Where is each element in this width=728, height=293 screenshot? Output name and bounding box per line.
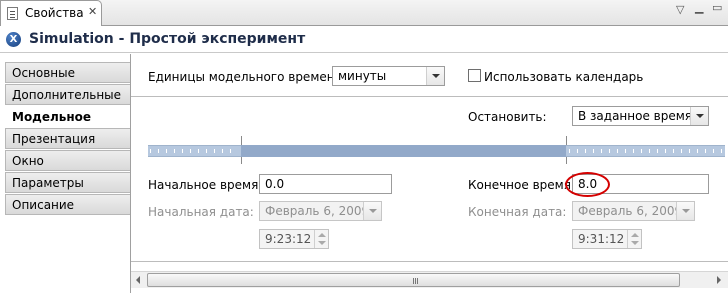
- chevron-down-icon: [690, 107, 708, 125]
- use-calendar-checkbox[interactable]: [468, 69, 481, 82]
- maximize-icon[interactable]: ▭: [712, 1, 722, 14]
- start-clock-value: 9:23:12: [265, 232, 312, 246]
- start-clock-spinner[interactable]: 9:23:12: [259, 229, 329, 249]
- start-time-label: Начальное время:: [148, 178, 263, 192]
- start-time-value: 0.0: [265, 177, 285, 191]
- spinner-arrows-icon[interactable]: [314, 230, 328, 248]
- tab-label: Свойства: [25, 6, 84, 20]
- sidebar-item-label: Основные: [12, 66, 76, 80]
- end-date-label: Конечная дата:: [468, 205, 567, 219]
- start-date-picker[interactable]: Февраль 6, 2009: [259, 201, 382, 221]
- chevron-down-icon: [426, 67, 444, 85]
- stop-mode-value: В заданное время: [578, 109, 693, 123]
- end-date-value: Февраль 6, 2009: [578, 204, 683, 218]
- chevron-down-icon: [363, 202, 381, 220]
- view-tab-bar: Свойства ✕ ▽ ▁ ▭: [0, 0, 728, 26]
- stop-mode-select[interactable]: В заданное время: [572, 106, 709, 126]
- category-list: Основные Дополнительные Модельное время …: [1, 60, 130, 293]
- annotation-circle: [565, 172, 610, 197]
- end-time-label: Конечное время:: [468, 178, 575, 192]
- properties-icon: [7, 7, 18, 20]
- start-time-input[interactable]: 0.0: [259, 174, 392, 194]
- start-date-value: Февраль 6, 2009: [265, 204, 370, 218]
- section-divider: [131, 96, 728, 97]
- sidebar-item-advanced[interactable]: Дополнительные: [5, 84, 130, 105]
- sidebar-item-main[interactable]: Основные: [5, 62, 130, 83]
- tab-properties[interactable]: Свойства ✕: [0, 0, 102, 26]
- end-date-picker[interactable]: Февраль 6, 2009: [572, 201, 695, 221]
- time-units-label: Единицы модельного времени:: [148, 70, 347, 84]
- experiment-icon: X: [6, 32, 21, 47]
- sidebar-item-parameters[interactable]: Параметры: [5, 172, 130, 193]
- title-bar: X Simulation - Простой эксперимент: [0, 27, 728, 53]
- end-clock-spinner[interactable]: 9:31:12: [572, 229, 642, 249]
- end-clock-value: 9:31:12: [578, 232, 625, 246]
- stop-label: Остановить:: [468, 110, 547, 124]
- view-menu-icon[interactable]: ▽: [676, 3, 684, 16]
- timeline-run-range: [241, 145, 566, 157]
- time-units-value: минуты: [338, 69, 387, 83]
- start-date-label: Начальная дата:: [148, 205, 254, 219]
- time-units-select[interactable]: минуты: [332, 66, 445, 86]
- sidebar-item-presentation[interactable]: Презентация: [5, 128, 130, 149]
- sidebar-item-label: Описание: [12, 198, 75, 212]
- sidebar-divider: [130, 54, 131, 293]
- scroll-left-icon[interactable]: [131, 272, 147, 288]
- scrollbar-thumb[interactable]: [147, 273, 680, 287]
- sidebar-item-label: Презентация: [12, 132, 96, 146]
- section-divider: [131, 261, 728, 262]
- use-calendar-label: Использовать календарь: [484, 70, 644, 84]
- sidebar-item-label: Окно: [12, 154, 44, 168]
- sidebar-item-model-time[interactable]: Модельное время: [5, 106, 130, 138]
- horizontal-scrollbar[interactable]: [131, 271, 728, 288]
- sidebar-item-description[interactable]: Описание: [5, 194, 130, 215]
- timeline-ticks-right: [569, 149, 723, 153]
- close-icon[interactable]: ✕: [88, 5, 97, 18]
- timeline-ticks-left: [150, 149, 238, 153]
- sidebar-item-label: Параметры: [12, 176, 84, 190]
- grip-icon: [413, 278, 419, 284]
- sidebar-item-label: Дополнительные: [12, 88, 122, 102]
- chevron-down-icon: [676, 202, 694, 220]
- minimize-icon[interactable]: ▁: [695, 1, 703, 14]
- page-title: Simulation - Простой эксперимент: [29, 31, 306, 47]
- scroll-right-icon[interactable]: [711, 272, 727, 288]
- sidebar-item-window[interactable]: Окно: [5, 150, 130, 171]
- spinner-arrows-icon[interactable]: [627, 230, 641, 248]
